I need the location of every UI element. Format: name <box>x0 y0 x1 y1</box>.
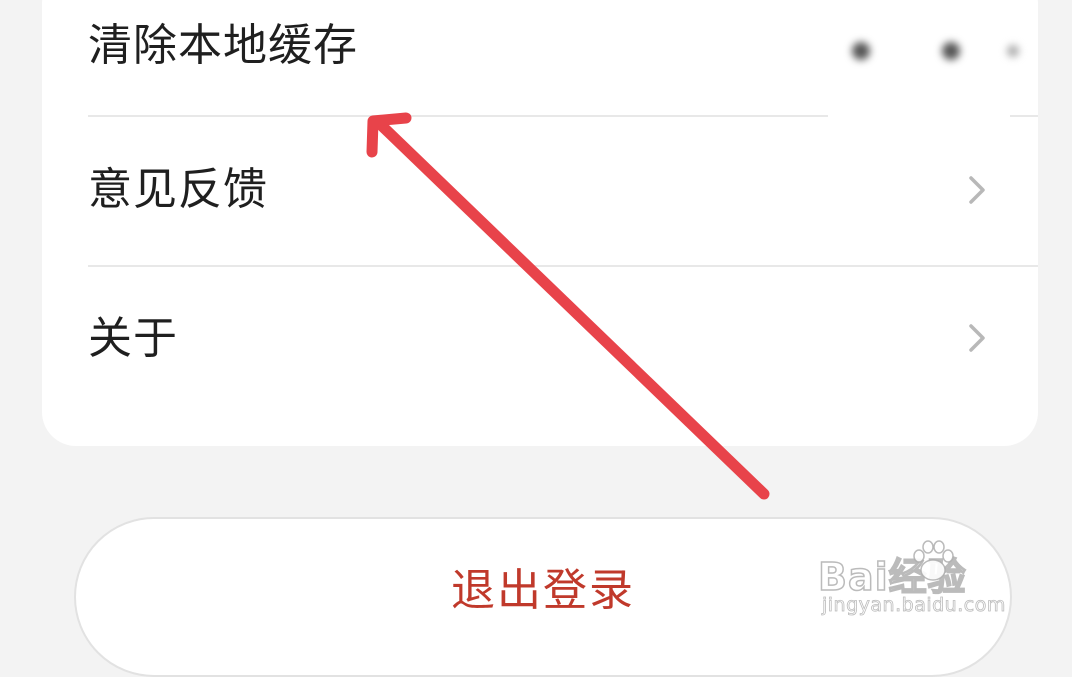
settings-card: 清除本地缓存 意见反馈 关于 <box>42 0 1038 446</box>
chevron-right-icon <box>969 176 985 204</box>
paw-icon <box>913 540 954 581</box>
divider <box>88 115 828 117</box>
chevron-right-icon <box>969 324 985 352</box>
blurred-cache-size <box>802 28 1019 74</box>
divider <box>1010 115 1038 117</box>
baidu-watermark: Bai经验 jingyan.baidu.com <box>817 528 1038 624</box>
settings-item-label: 清除本地缓存 <box>88 20 358 71</box>
settings-item-label: 意见反馈 <box>88 164 268 215</box>
settings-item-clear-cache[interactable]: 清除本地缓存 <box>42 0 1038 118</box>
settings-item-label: 关于 <box>88 313 178 364</box>
settings-item-feedback[interactable]: 意见反馈 <box>42 118 1038 267</box>
watermark-site: jingyan.baidu.com <box>822 594 1006 617</box>
settings-item-about[interactable]: 关于 <box>42 267 1038 416</box>
